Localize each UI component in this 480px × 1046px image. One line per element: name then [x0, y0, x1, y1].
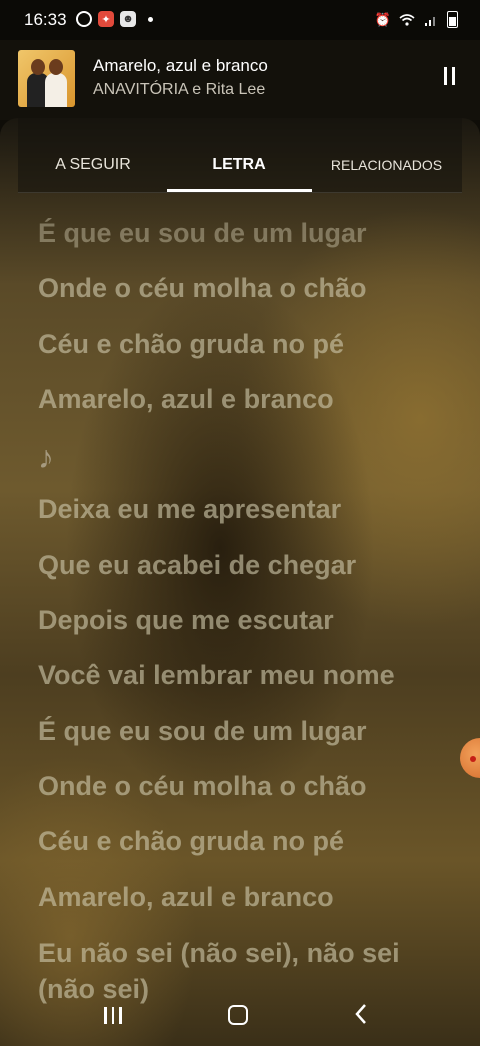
floating-side-handle[interactable] [460, 738, 480, 778]
tab-up-next[interactable]: A SEGUIR [18, 156, 168, 174]
lyric-line: Céu e chão gruda no pé [38, 328, 345, 359]
app-grey-icon: ☻ [120, 11, 136, 27]
wifi-icon [399, 12, 415, 28]
status-right-icons: ⏰ [375, 11, 458, 28]
back-button[interactable] [354, 1003, 368, 1029]
status-bar: 16:33 ✦ ☻ ⏰ [0, 0, 480, 40]
lyric-line: Você vai lembrar meu nome [38, 660, 395, 691]
song-artist[interactable]: ANAVITÓRIA e Rita Lee [93, 81, 265, 99]
lyric-line: É que eu sou de um lugar [38, 715, 367, 746]
lyric-line: Céu e chão gruda no pé [38, 826, 345, 857]
lyric-line: Depois que me escutar [38, 605, 334, 636]
pause-icon [444, 67, 447, 85]
battery-icon [447, 11, 458, 28]
lyric-line: Amarelo, azul e branco [38, 383, 334, 414]
whatsapp-icon [76, 11, 92, 27]
alarm-icon: ⏰ [374, 11, 392, 27]
album-art-figure [45, 73, 67, 107]
pause-icon [452, 67, 455, 85]
lyric-line: Amarelo, azul e branco [38, 881, 334, 912]
pause-button[interactable] [444, 67, 460, 85]
recents-icon [111, 1007, 114, 1024]
tab-bar: A SEGUIR LETRA RELACIONADOS [18, 118, 462, 193]
recents-button[interactable] [104, 1007, 122, 1024]
lyric-line: Onde o céu molha o chão [38, 770, 367, 801]
lyric-line: Eu não sei (não sei), não sei (não sei) [38, 937, 400, 1004]
tab-related[interactable]: RELACIONADOS [311, 157, 462, 173]
song-title[interactable]: Amarelo, azul e branco [93, 56, 268, 76]
tab-lyrics[interactable]: LETRA [167, 156, 311, 174]
lyric-line: Onde o céu molha o chão [38, 273, 367, 304]
now-playing-bar[interactable]: Amarelo, azul e branco ANAVITÓRIA e Rita… [0, 40, 480, 120]
status-time: 16:33 [24, 10, 67, 29]
recents-icon [104, 1007, 107, 1024]
lyric-line: Deixa eu me apresentar [38, 494, 342, 525]
system-nav-bar [0, 990, 480, 1046]
signal-icon [423, 12, 439, 28]
active-tab-indicator [167, 189, 312, 192]
album-art[interactable] [18, 50, 75, 107]
lyrics-sheet: A SEGUIR LETRA RELACIONADOS É que eu sou… [0, 118, 480, 1046]
music-note-icon: ♪ [38, 439, 54, 476]
lyric-line: Que eu acabei de chegar [38, 549, 357, 580]
app-red-icon: ✦ [98, 11, 114, 27]
album-art-head [49, 59, 63, 75]
lyric-line: É que eu sou de um lugar [38, 218, 367, 248]
notification-dot [148, 16, 153, 22]
handle-dot [470, 756, 476, 762]
recents-icon [119, 1007, 122, 1024]
lyrics-list[interactable]: É que eu sou de um lugar Onde o céu molh… [38, 216, 458, 1004]
status-left-icons: ✦ ☻ [76, 11, 153, 27]
album-art-head [31, 59, 45, 75]
home-button[interactable] [228, 1005, 248, 1025]
